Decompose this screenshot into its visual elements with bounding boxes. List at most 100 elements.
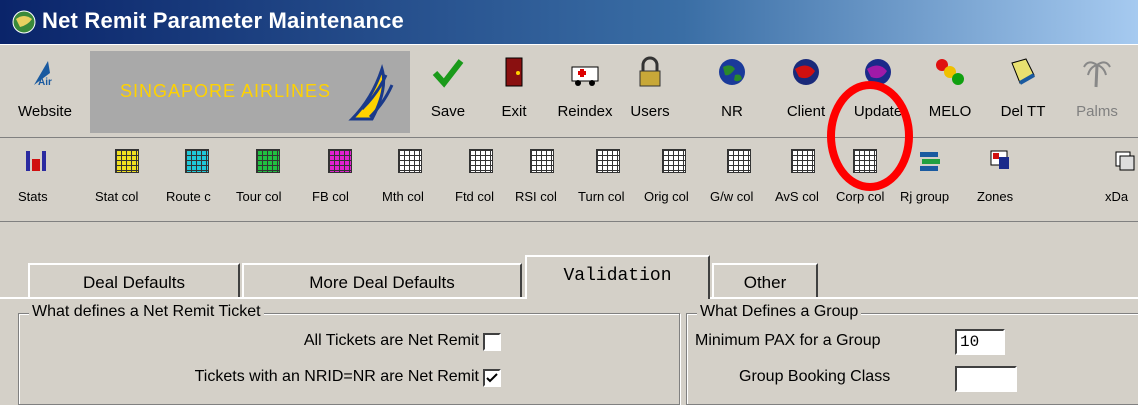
grid-icon (662, 149, 686, 173)
rsi-col-label: RSI col (515, 189, 557, 204)
tab-other[interactable]: Other (712, 263, 818, 299)
globe-purple-icon (865, 59, 891, 85)
zones-icon (990, 150, 1009, 169)
group-icon (920, 152, 940, 171)
client-label: Client (786, 103, 826, 120)
palm-tree-icon (1083, 61, 1111, 88)
xda-label: xDa (1105, 189, 1129, 204)
corp-col-label: Corp col (836, 189, 885, 204)
tab-more-deal-defaults[interactable]: More Deal Defaults (242, 263, 522, 299)
column-toolbar: Stats Stat col Route c Tour col FB col M… (0, 137, 1138, 222)
min-pax-input[interactable]: 10 (955, 329, 1005, 355)
reindex-label: Reindex (557, 103, 613, 120)
tour-col-label: Tour col (236, 189, 282, 204)
checkmark-icon (486, 373, 498, 383)
app-globe-icon (12, 10, 36, 34)
users-button[interactable]: Users (622, 45, 678, 135)
rsi-col-button[interactable]: RSI col (515, 137, 569, 217)
logo-text: SINGAPORE AIRLINES (120, 81, 332, 101)
nrid-tickets-checkbox[interactable] (483, 369, 501, 387)
nr-label: NR (721, 103, 743, 120)
grid-icon (853, 149, 877, 173)
stat-col-label: Stat col (95, 189, 139, 204)
client-button[interactable]: Client (778, 45, 834, 135)
globe-red-icon (793, 59, 819, 85)
palms-label: Palms (1076, 103, 1118, 120)
route-col-label: Route c (166, 189, 211, 204)
mth-col-label: Mth col (382, 189, 424, 204)
corp-col-button[interactable]: Corp col (836, 137, 894, 217)
xda-button[interactable]: xDa (1105, 137, 1138, 217)
min-pax-label: Minimum PAX for a Group (695, 332, 881, 349)
orig-col-label: Orig col (644, 189, 689, 204)
users-label: Users (630, 103, 670, 120)
orig-col-button[interactable]: Orig col (644, 137, 704, 217)
stats-button[interactable]: Stats (18, 137, 54, 217)
stats-chart-icon (26, 151, 46, 171)
grid-icon (596, 149, 620, 173)
reindex-button[interactable]: Reindex (548, 45, 622, 135)
avs-col-button[interactable]: AvS col (775, 137, 831, 217)
tab-label: More Deal Defaults (309, 273, 455, 292)
traffic-light-icon (936, 59, 964, 85)
grid-icon (398, 149, 422, 173)
update-button[interactable]: Update (840, 45, 916, 135)
gw-col-label: G/w col (710, 189, 754, 204)
website-button[interactable]: Air Website (0, 45, 90, 135)
update-label: Update (853, 103, 903, 120)
grid-green-icon (256, 149, 280, 173)
group-legend: What Defines a Group (697, 303, 862, 321)
turn-col-button[interactable]: Turn col (578, 137, 638, 217)
save-button[interactable]: Save (418, 45, 478, 135)
palms-button[interactable]: Palms (1064, 45, 1130, 135)
svg-text:Air: Air (38, 77, 52, 88)
rj-group-button[interactable]: Rj group (900, 137, 960, 217)
grid-cyan-icon (185, 149, 209, 173)
air-icon: Air (34, 61, 52, 88)
exit-label: Exit (501, 103, 527, 120)
group-booking-class-label: Group Booking Class (739, 368, 891, 385)
exit-button[interactable]: Exit (488, 45, 540, 135)
group-booking-class-input[interactable] (955, 366, 1017, 392)
door-icon (505, 57, 523, 87)
website-label: Website (18, 103, 72, 120)
mth-col-button[interactable]: Mth col (382, 137, 438, 217)
group-definition-group: What Defines a Group Minimum PAX for a G… (686, 303, 1138, 405)
title-bar[interactable]: Net Remit Parameter Maintenance (0, 0, 1138, 44)
avs-col-label: AvS col (775, 189, 819, 204)
del-tt-button[interactable]: Del TT (992, 45, 1054, 135)
nrid-tickets-label: Tickets with an NRID=NR are Net Remit (194, 368, 479, 385)
tab-validation[interactable]: Validation (525, 255, 710, 299)
route-col-button[interactable]: Route c (166, 137, 228, 217)
globe-icon (719, 59, 745, 85)
grid-magenta-icon (328, 149, 352, 173)
xda-icon (1115, 151, 1135, 171)
rj-group-label: Rj group (900, 189, 950, 204)
window-title: Net Remit Parameter Maintenance (42, 8, 404, 33)
grid-icon (727, 149, 751, 173)
zones-button[interactable]: Zones (977, 137, 1025, 217)
grid-icon (469, 149, 493, 173)
grid-icon (791, 149, 815, 173)
stat-col-button[interactable]: Stat col (95, 137, 159, 217)
del-tt-label: Del TT (1000, 103, 1046, 120)
grid-icon (530, 149, 554, 173)
save-label: Save (430, 103, 466, 120)
all-tickets-checkbox[interactable] (483, 333, 501, 351)
group-legend: What defines a Net Remit Ticket (29, 303, 264, 321)
fb-col-button[interactable]: FB col (312, 137, 368, 217)
checkmark-icon (432, 59, 464, 88)
tab-label: Other (743, 273, 787, 292)
tab-deal-defaults[interactable]: Deal Defaults (28, 263, 240, 299)
main-toolbar: Air Website SINGAPORE AIRLINES Save Exit… (0, 44, 1138, 191)
tab-strip: Deal Defaults More Deal Defaults Validat… (0, 255, 1138, 299)
gw-col-button[interactable]: G/w col (710, 137, 768, 217)
melo-label: MELO (928, 103, 972, 120)
tour-col-button[interactable]: Tour col (236, 137, 300, 217)
tab-label: Deal Defaults (82, 273, 186, 292)
ftd-col-button[interactable]: Ftd col (455, 137, 507, 217)
melo-button[interactable]: MELO (920, 45, 980, 135)
nr-button[interactable]: NR (712, 45, 752, 135)
stats-label: Stats (18, 189, 48, 204)
turn-col-label: Turn col (578, 189, 625, 204)
